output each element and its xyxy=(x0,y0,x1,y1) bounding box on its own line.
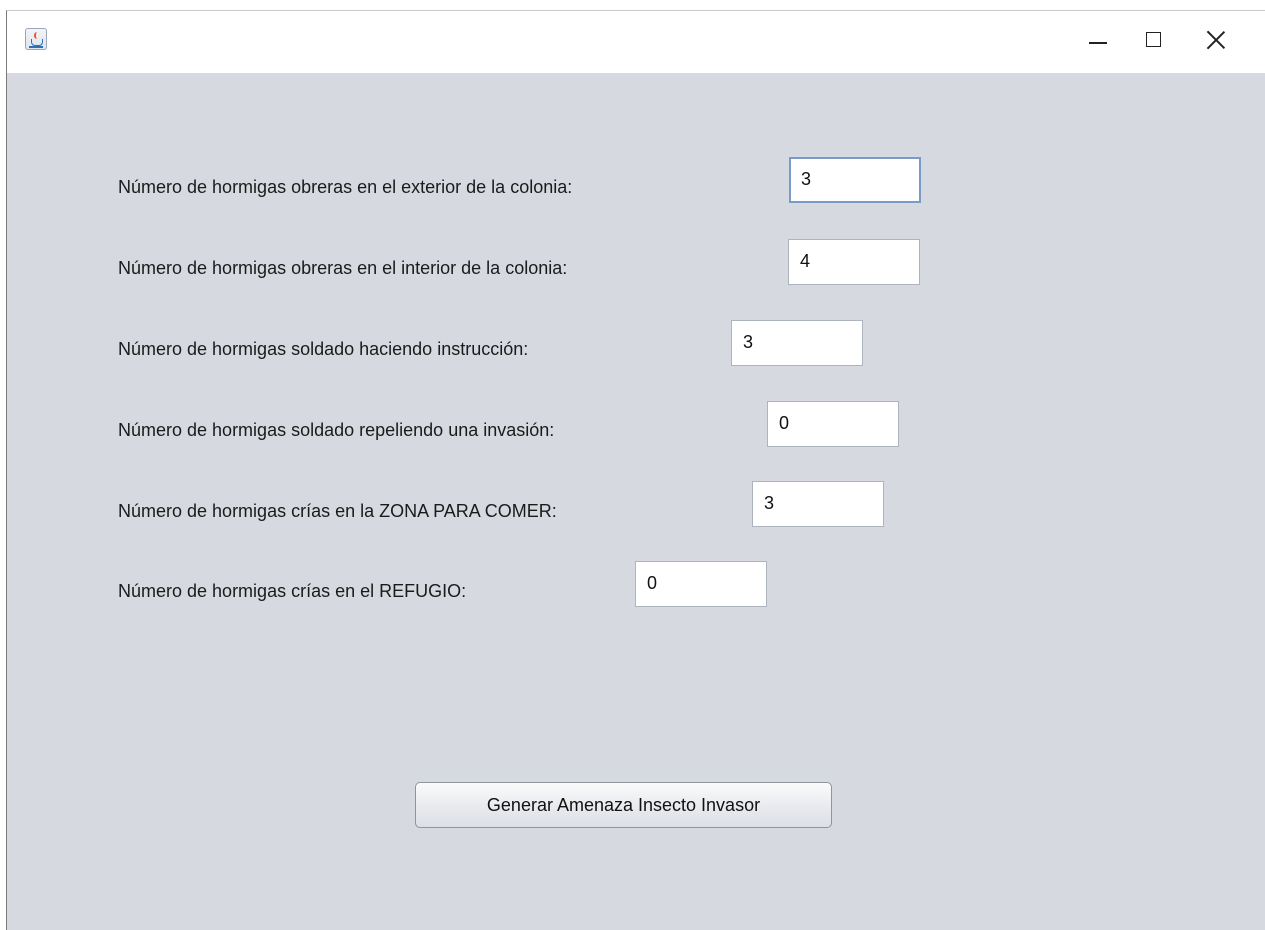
minimize-icon xyxy=(1089,42,1107,44)
generate-invader-threat-button[interactable]: Generar Amenaza Insecto Invasor xyxy=(415,782,832,828)
minimize-button[interactable] xyxy=(1071,11,1127,73)
title-bar xyxy=(7,11,1265,73)
label-young-shelter: Número de hormigas crías en el REFUGIO: xyxy=(118,581,467,601)
label-soldiers-repelling: Número de hormigas soldado repeliendo un… xyxy=(118,420,555,440)
young-shelter-field[interactable]: 0 xyxy=(635,561,767,607)
workers-outside-field[interactable]: 3 xyxy=(789,157,921,203)
soldiers-training-field[interactable]: 3 xyxy=(731,320,863,366)
maximize-button[interactable] xyxy=(1127,11,1183,73)
soldiers-repelling-field[interactable]: 0 xyxy=(767,401,899,447)
maximize-icon xyxy=(1146,32,1161,47)
label-soldiers-training: Número de hormigas soldado haciendo inst… xyxy=(118,339,529,359)
workers-inside-field[interactable]: 4 xyxy=(788,239,920,285)
app-window: Número de hormigas obreras en el exterio… xyxy=(6,10,1265,930)
label-workers-outside: Número de hormigas obreras en el exterio… xyxy=(118,177,573,197)
label-young-eating: Número de hormigas crías en la ZONA PARA… xyxy=(118,501,557,521)
young-eating-field[interactable]: 3 xyxy=(752,481,884,527)
close-button[interactable] xyxy=(1189,11,1245,73)
label-workers-inside: Número de hormigas obreras en el interio… xyxy=(118,258,568,278)
java-app-icon xyxy=(25,28,47,50)
